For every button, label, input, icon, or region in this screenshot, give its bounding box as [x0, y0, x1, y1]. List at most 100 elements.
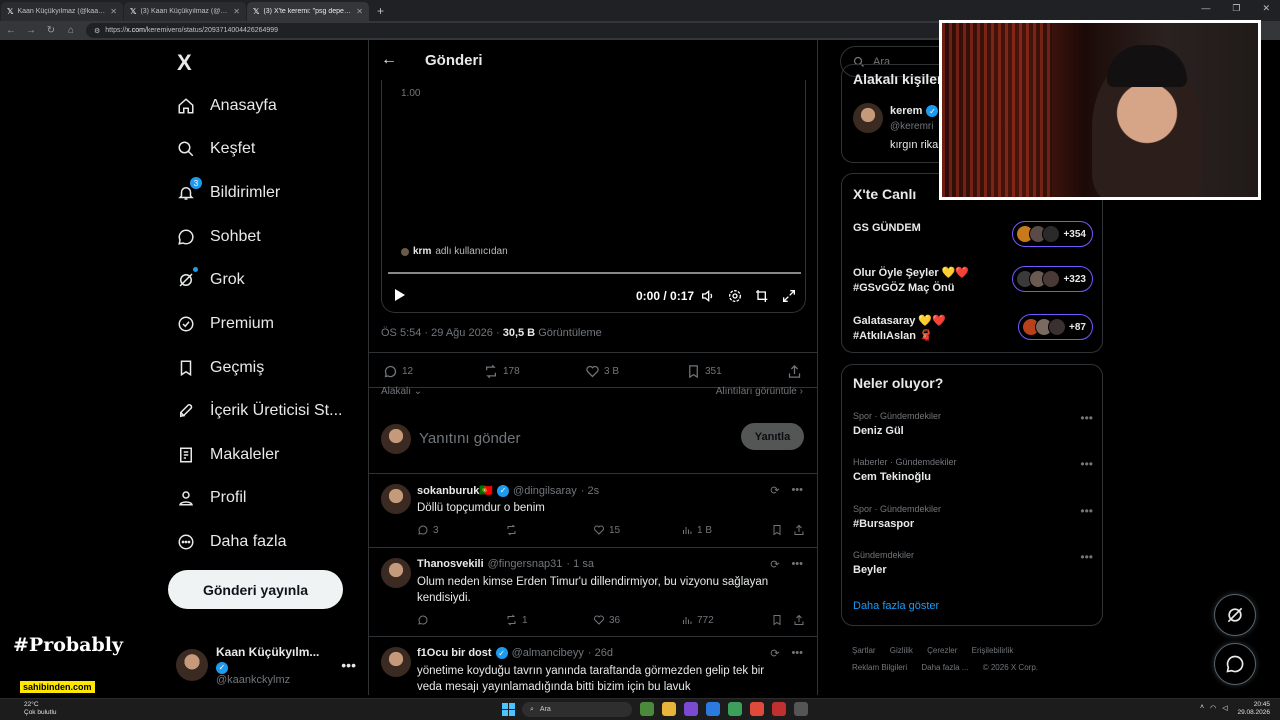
- close-tab-icon[interactable]: ✕: [233, 7, 240, 16]
- messages-floating-button[interactable]: [1214, 643, 1256, 685]
- forward-icon[interactable]: →: [26, 25, 36, 36]
- nav-item-more[interactable]: Daha fazla: [176, 529, 287, 555]
- nav-item-articles[interactable]: Makaleler: [176, 442, 279, 468]
- account-more-icon[interactable]: •••: [341, 657, 356, 673]
- trend-more-icon[interactable]: •••: [1080, 411, 1093, 425]
- reply-action[interactable]: [417, 614, 433, 626]
- live-space-item[interactable]: Galatasaray 💛❤️ #AtkılıAslan 🧣 +87: [853, 314, 1093, 344]
- live-listeners-pill[interactable]: +323: [1012, 266, 1093, 292]
- repost-action[interactable]: 1: [505, 614, 528, 626]
- back-icon[interactable]: ←: [6, 25, 16, 36]
- wifi-icon[interactable]: ◠: [1210, 704, 1216, 712]
- pip-icon[interactable]: [754, 288, 770, 309]
- trend-item[interactable]: Spor · Gündemdekiler Deniz Gül •••: [853, 411, 1093, 437]
- nav-item-grok[interactable]: Grok: [176, 267, 245, 293]
- chevron-up-icon[interactable]: ˄: [1200, 704, 1204, 712]
- live-space-item[interactable]: GS GÜNDEM +354: [853, 221, 1093, 247]
- more-options-icon[interactable]: •••: [791, 558, 803, 571]
- nav-item-premium[interactable]: Premium: [176, 311, 274, 337]
- share-action[interactable]: [793, 614, 805, 626]
- view-quotes-link[interactable]: Alıntıları görüntüle ›: [716, 386, 803, 397]
- new-tab-button[interactable]: +: [377, 4, 384, 18]
- footer-link[interactable]: Reklam Bilgileri: [852, 663, 907, 672]
- live-listeners-pill[interactable]: +354: [1012, 221, 1093, 247]
- nav-item-bookmarks[interactable]: Geçmiş: [176, 355, 264, 381]
- account-switcher[interactable]: Kaan Küçükyılm... ✓ @kaankckylmz •••: [176, 645, 356, 686]
- reply-author-handle[interactable]: @fingersnap31: [488, 558, 563, 570]
- nav-item-creator-studio[interactable]: İçerik Üreticisi St...: [176, 398, 342, 424]
- reply-input[interactable]: Yanıtını gönder: [419, 430, 520, 447]
- footer-link[interactable]: Daha fazla ...: [921, 663, 968, 672]
- avatar[interactable]: [381, 647, 411, 677]
- live-listeners-pill[interactable]: +87: [1018, 314, 1093, 340]
- reply-author-name[interactable]: f1Ocu bir dost: [417, 647, 492, 659]
- like-action[interactable]: 36: [593, 614, 620, 626]
- play-icon[interactable]: [394, 288, 406, 307]
- reply-author-handle[interactable]: @almancibeyy: [512, 647, 584, 659]
- reply-item[interactable]: Thanosvekili @fingersnap31 · 1 sa ⟳ ••• O…: [369, 548, 817, 637]
- bookmark-action[interactable]: 351: [686, 364, 722, 379]
- reply-author-handle[interactable]: @dingilsaray: [513, 485, 577, 497]
- reply-button[interactable]: Yanıtla: [741, 423, 804, 450]
- reply-item[interactable]: sokanburuk🇵🇹 ✓ @dingilsaray · 2s ⟳ ••• Dö…: [369, 474, 817, 548]
- video-progress-bar[interactable]: [388, 272, 801, 274]
- trend-item[interactable]: Gündemdekiler Beyler •••: [853, 550, 1093, 576]
- back-arrow-icon[interactable]: ←: [381, 51, 397, 69]
- views-action[interactable]: 1 B: [681, 524, 712, 536]
- app-icon[interactable]: [794, 702, 808, 716]
- video-source[interactable]: krm adlı kullanıcıdan: [401, 246, 508, 257]
- reply-action[interactable]: 3: [417, 524, 439, 536]
- bookmark-action[interactable]: [771, 614, 783, 626]
- browser-tab-active[interactable]: 𝕏(3) X'te keremi: "psg depe ömer ba✕: [247, 2, 369, 21]
- trend-more-icon[interactable]: •••: [1080, 504, 1093, 518]
- repost-action[interactable]: 178: [483, 364, 520, 379]
- grok-floating-button[interactable]: [1214, 594, 1256, 636]
- footer-link[interactable]: Şartlar: [852, 646, 876, 655]
- footer-link[interactable]: Çerezler: [927, 646, 957, 655]
- fullscreen-icon[interactable]: [781, 288, 797, 309]
- nav-item-profile[interactable]: Profil: [176, 485, 246, 511]
- avatar[interactable]: [853, 103, 883, 133]
- windows-start-icon[interactable]: [502, 703, 515, 716]
- weather-widget[interactable]: 22°C Çok bulutlu: [24, 701, 57, 717]
- avatar[interactable]: [381, 558, 411, 588]
- trend-item[interactable]: Spor · Gündemdekiler #Bursaspor •••: [853, 504, 1093, 530]
- volume-icon[interactable]: [700, 288, 716, 309]
- app-icon[interactable]: [684, 702, 698, 716]
- views-action[interactable]: 772: [681, 614, 714, 626]
- site-info-icon[interactable]: ⚙: [94, 27, 100, 35]
- close-window-icon[interactable]: ✕: [1262, 3, 1270, 14]
- nav-item-explore[interactable]: Keşfet: [176, 136, 255, 162]
- footer-link[interactable]: Erişilebilirlik: [972, 646, 1014, 655]
- trend-more-icon[interactable]: •••: [1080, 550, 1093, 564]
- more-options-icon[interactable]: •••: [791, 647, 803, 660]
- repost-action[interactable]: [505, 524, 522, 536]
- reply-author-name[interactable]: sokanburuk🇵🇹: [417, 484, 493, 497]
- more-options-icon[interactable]: •••: [791, 484, 803, 497]
- nav-item-chat[interactable]: Sohbet: [176, 224, 261, 250]
- close-tab-icon[interactable]: ✕: [356, 7, 363, 16]
- reply-action[interactable]: 12: [383, 364, 413, 379]
- nav-item-notifications[interactable]: 3 Bildirimler: [176, 177, 280, 206]
- app-icon[interactable]: [640, 702, 654, 716]
- app-icon[interactable]: [750, 702, 764, 716]
- post-button[interactable]: Gönderi yayınla: [168, 570, 343, 609]
- reply-author-name[interactable]: Thanosvekili: [417, 558, 484, 570]
- browser-tab[interactable]: 𝕏(3) Kaan Küçükyılmaz (@kaankcky✕: [124, 2, 246, 21]
- volume-icon[interactable]: ◁: [1222, 704, 1227, 712]
- settings-icon[interactable]: [727, 288, 743, 309]
- reload-icon[interactable]: ↻: [46, 25, 56, 36]
- share-action[interactable]: [793, 524, 805, 536]
- like-action[interactable]: 15: [593, 524, 620, 536]
- like-action[interactable]: 3 B: [585, 364, 619, 379]
- nav-item-home[interactable]: Anasayfa: [176, 93, 277, 119]
- taskbar-search[interactable]: ⌕ Ara: [522, 702, 632, 717]
- browser-tab[interactable]: 𝕏Kaan Küçükyılmaz (@kaankckylm✕: [1, 2, 123, 21]
- folder-icon[interactable]: [662, 702, 676, 716]
- show-more-link[interactable]: Daha fazla göster: [853, 600, 939, 612]
- person-name[interactable]: kerem: [890, 105, 922, 117]
- video-player[interactable]: 1.00 krm adlı kullanıcıdan 0:00 / 0:17: [381, 80, 806, 313]
- reply-item[interactable]: f1Ocu bir dost ✓ @almancibeyy · 26d ⟳ •••…: [369, 637, 817, 695]
- live-space-item[interactable]: Olur Öyle Şeyler 💛❤️ #GSvGÖZ Maç Önü +32…: [853, 266, 1093, 296]
- app-icon[interactable]: [728, 702, 742, 716]
